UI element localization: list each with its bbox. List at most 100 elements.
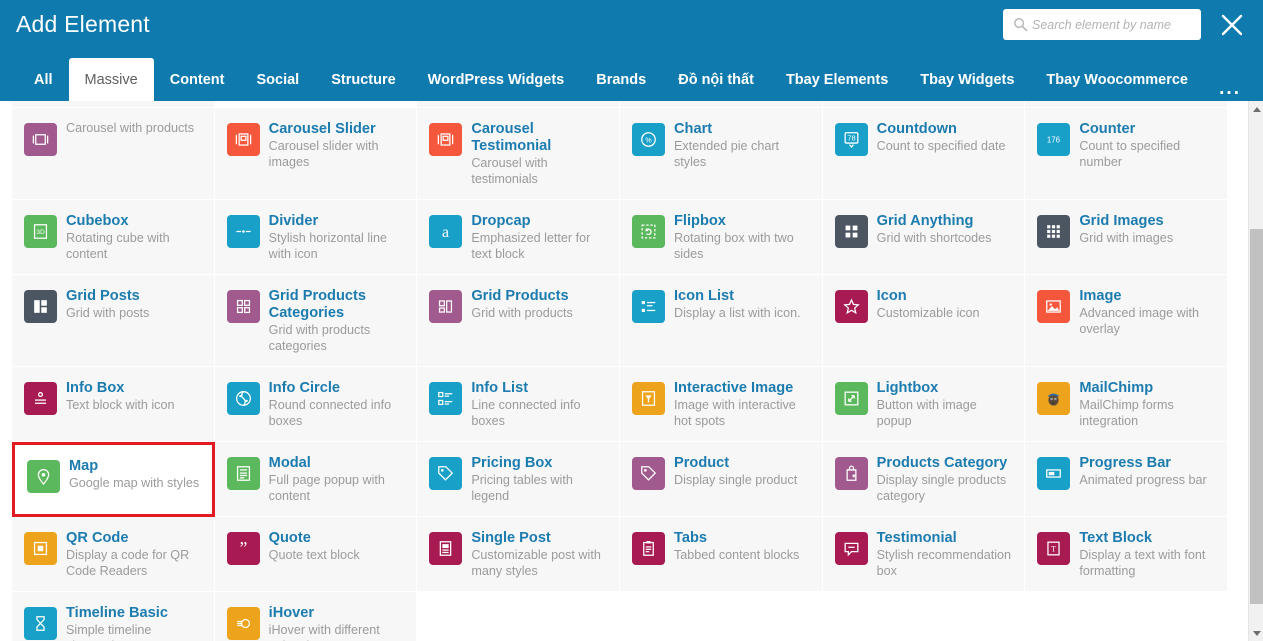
tab-structure[interactable]: Structure <box>315 58 411 101</box>
carousel-slider-icon <box>227 123 260 156</box>
tab-tbay-elements[interactable]: Tbay Elements <box>770 58 904 101</box>
quote-icon: ” <box>227 532 260 565</box>
tab-massive[interactable]: Massive <box>69 58 154 101</box>
element-card-pricing-box[interactable]: Pricing BoxPricing tables with legend <box>417 442 620 517</box>
page-title: Add Element <box>16 11 150 38</box>
element-card-description: Emphasized letter for text block <box>471 231 609 262</box>
element-card-title: Timeline Basic <box>66 605 204 622</box>
element-card-flipbox[interactable]: FlipboxRotating box with two sides <box>620 200 823 275</box>
element-card-image[interactable]: ImageAdvanced image with overlay <box>1025 275 1228 367</box>
element-card-testimonial[interactable]: TestimonialStylish recommendation box <box>823 517 1026 592</box>
element-card-description: Line connected info boxes <box>471 398 609 429</box>
element-card-grid-products-categories[interactable]: Grid Products CategoriesGrid with produc… <box>215 275 418 367</box>
tabs-overflow-button[interactable]: ... <box>1219 83 1241 95</box>
element-card-text: Grid Products CategoriesGrid with produc… <box>269 287 407 354</box>
element-card-title: Carousel Testimonial <box>471 121 609 155</box>
element-card-grid-products[interactable]: Grid ProductsGrid with products <box>417 275 620 367</box>
element-card-title: MailChimp <box>1079 380 1217 397</box>
element-card-text: Grid ImagesGrid with images <box>1079 212 1217 247</box>
element-card-grid-posts[interactable]: Grid PostsGrid with posts <box>12 275 215 367</box>
element-card-text: LightboxButton with image popup <box>877 379 1015 429</box>
element-card-description: Advanced image with overlay <box>1079 306 1217 337</box>
icon-list-icon <box>632 290 665 323</box>
tab-tbay-widgets[interactable]: Tbay Widgets <box>904 58 1030 101</box>
tab-wordpress-widgets[interactable]: WordPress Widgets <box>412 58 581 101</box>
close-button[interactable] <box>1219 12 1245 38</box>
element-card-title: Info Box <box>66 380 204 397</box>
element-card-interactive-image[interactable]: Interactive ImageImage with interactive … <box>620 367 823 442</box>
tab-all[interactable]: All <box>18 58 69 101</box>
element-card-countdown[interactable]: 78CountdownCount to specified date <box>823 108 1026 200</box>
element-card-quote[interactable]: ”QuoteQuote text block <box>215 517 418 592</box>
element-card-products-category[interactable]: Products CategoryDisplay single products… <box>823 442 1026 517</box>
element-card-lightbox[interactable]: LightboxButton with image popup <box>823 367 1026 442</box>
element-card-dropcap[interactable]: aDropcapEmphasized letter for text block <box>417 200 620 275</box>
element-card-grid-anything[interactable]: Grid AnythingGrid with shortcodes <box>823 200 1026 275</box>
scroll-down-button[interactable] <box>1249 625 1263 641</box>
element-card-single-post[interactable]: Single PostCustomizable post with many s… <box>417 517 620 592</box>
lightbox-icon <box>835 382 868 415</box>
element-card-grid-images[interactable]: Grid ImagesGrid with images <box>1025 200 1228 275</box>
scrollbar-thumb[interactable] <box>1250 229 1263 604</box>
vertical-scrollbar[interactable] <box>1248 101 1263 641</box>
element-card-info-circle[interactable]: Info CircleRound connected info boxes <box>215 367 418 442</box>
element-card-text: FlipboxRotating box with two sides <box>674 212 812 262</box>
grid-products-icon <box>429 290 462 323</box>
element-card-timeline-basic[interactable]: Timeline BasicSimple timeline shortcode <box>12 592 215 641</box>
element-card-counter[interactable]: 176CounterCount to specified number <box>1025 108 1228 200</box>
element-card-ihover[interactable]: iHoveriHover with different animations <box>215 592 418 641</box>
element-card-description: Round connected info boxes <box>269 398 407 429</box>
element-card-carousel-with-images[interactable]: Carousel with images <box>620 101 823 108</box>
element-card-mailchimp[interactable]: MailChimpMailChimp forms integration <box>1025 367 1228 442</box>
element-card-info-box[interactable]: Info BoxText block with icon <box>12 367 215 442</box>
element-card-divider[interactable]: DividerStylish horizontal line with icon <box>215 200 418 275</box>
element-card-qr-code[interactable]: QR CodeDisplay a code for QR Code Reader… <box>12 517 215 592</box>
scroll-up-button[interactable] <box>1249 101 1263 117</box>
element-card-cubebox[interactable]: 3DCubeboxRotating cube with content <box>12 200 215 275</box>
tab-content[interactable]: Content <box>154 58 241 101</box>
svg-text:T: T <box>1051 545 1056 554</box>
element-card-description: Display a text with font formatting <box>1079 548 1217 579</box>
search-box[interactable] <box>1003 9 1201 40</box>
element-card-title: Grid Products <box>471 288 609 305</box>
element-card-progress-bar[interactable]: Progress BarAnimated progress bar <box>1025 442 1228 517</box>
element-card-tabs[interactable]: TabsTabbed content blocks <box>620 517 823 592</box>
element-card-modal[interactable]: ModalFull page popup with content <box>215 442 418 517</box>
element-card-description: Grid with shortcodes <box>877 231 1015 247</box>
element-card-text: Timeline BasicSimple timeline shortcode <box>66 604 204 641</box>
element-card-text: Grid ProductsGrid with products <box>471 287 609 322</box>
text-block-icon: T <box>1037 532 1070 565</box>
element-card-carousel-with-shortcodes[interactable]: Carousel with shortcodes <box>417 101 620 108</box>
element-card-description: Display a code for QR Code Readers <box>66 548 204 579</box>
element-card-description: Display single product <box>674 473 812 489</box>
element-card-title: Progress Bar <box>1079 455 1217 472</box>
element-card-title: Modal <box>269 455 407 472</box>
element-card-box[interactable]: box <box>12 101 215 108</box>
tab-n-i-th-t[interactable]: Đồ nội thất <box>662 58 770 101</box>
element-card-icon-list[interactable]: Icon ListDisplay a list with icon. <box>620 275 823 367</box>
element-card-text-block[interactable]: TText BlockDisplay a text with font form… <box>1025 517 1228 592</box>
search-input[interactable] <box>1032 11 1201 38</box>
element-card-map[interactable]: MapGoogle map with styles <box>12 442 215 517</box>
triangle-up-icon <box>1253 107 1261 112</box>
counter-icon: 176 <box>1037 123 1070 156</box>
info-circle-icon <box>227 382 260 415</box>
element-card-chart[interactable]: %ChartExtended pie chart styles <box>620 108 823 200</box>
element-card-description: Full page popup with content <box>269 473 407 504</box>
element-card-carousel-slider[interactable]: Carousel SliderCarousel slider with imag… <box>215 108 418 200</box>
element-card-icon[interactable]: IconCustomizable icon <box>823 275 1026 367</box>
element-card-carousel-with-products-category[interactable]: Carousel with products category <box>1025 101 1228 108</box>
element-card-text: TestimonialStylish recommendation box <box>877 529 1015 579</box>
element-card-info-list[interactable]: Info ListLine connected info boxes <box>417 367 620 442</box>
svg-text:”: ” <box>239 539 247 558</box>
element-card-carousel-testimonial[interactable]: Carousel TestimonialCarousel with testim… <box>417 108 620 200</box>
tab-tbay-woocommerce[interactable]: Tbay Woocommerce <box>1030 58 1204 101</box>
element-card-product[interactable]: ProductDisplay single product <box>620 442 823 517</box>
element-card-carousel-with-posts[interactable]: Carousel with posts <box>823 101 1026 108</box>
countdown-icon: 78 <box>835 123 868 156</box>
element-card-title: Grid Posts <box>66 288 204 305</box>
element-card-description: Extended pie chart styles <box>674 139 812 170</box>
tab-social[interactable]: Social <box>240 58 315 101</box>
element-card-carousel-with-products[interactable]: Carousel with products <box>12 108 215 200</box>
tab-brands[interactable]: Brands <box>580 58 662 101</box>
